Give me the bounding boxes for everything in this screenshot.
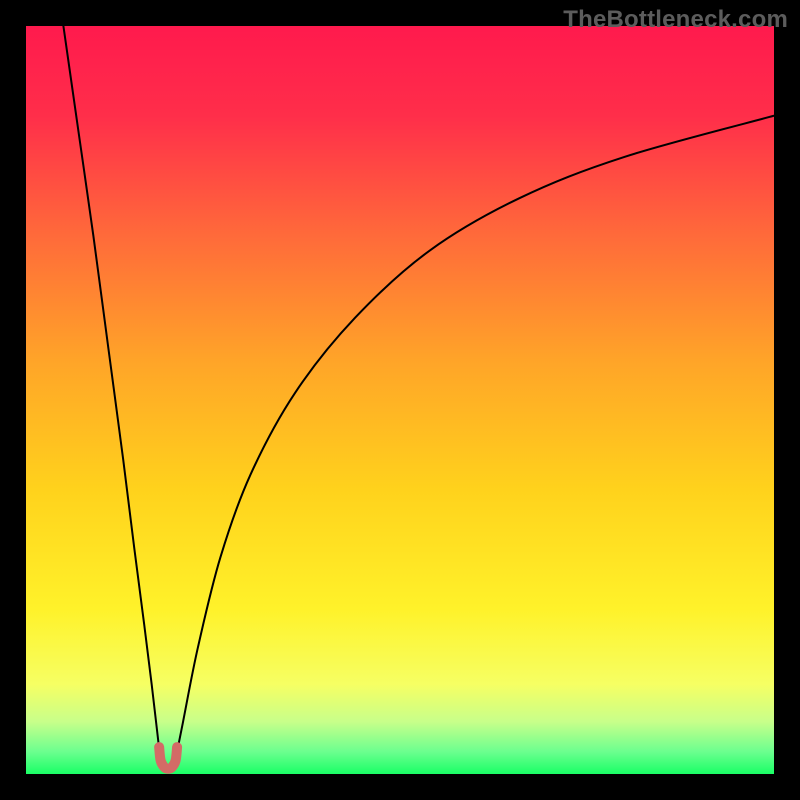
bottleneck-chart: TheBottleneck.com: [0, 0, 800, 800]
gradient-background: [26, 26, 774, 774]
chart-canvas: [0, 0, 800, 800]
